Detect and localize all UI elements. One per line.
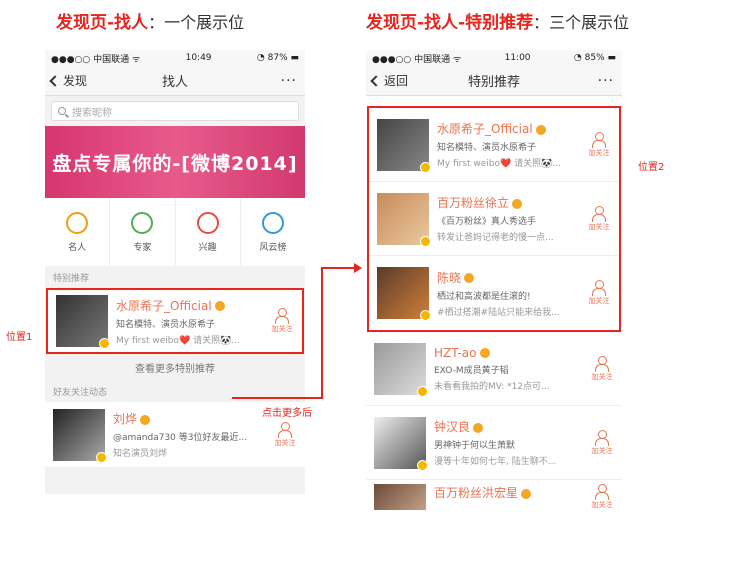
flow-arrow — [232, 263, 362, 399]
